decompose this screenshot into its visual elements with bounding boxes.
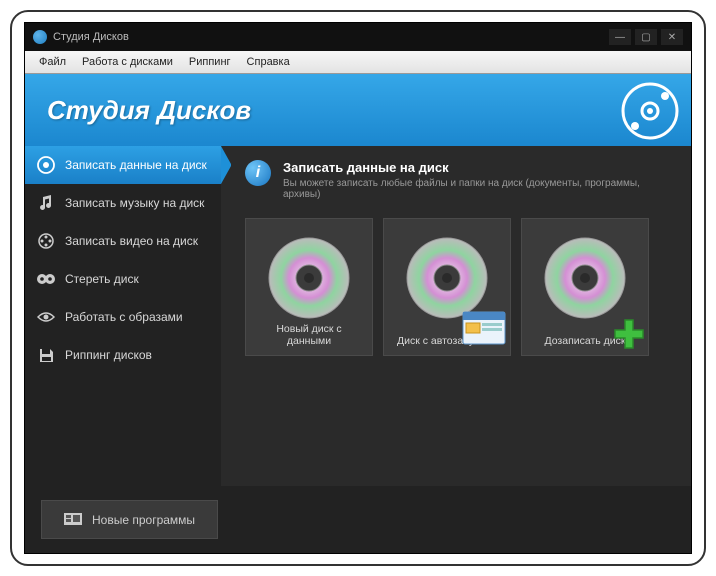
cards-row: Новый диск с данными Ди xyxy=(245,218,673,356)
window-controls: — ▢ ✕ xyxy=(609,29,683,45)
sidebar: Записать данные на диск Записать музыку … xyxy=(25,146,221,486)
card-append-disc[interactable]: Дозаписать диск xyxy=(521,218,649,356)
erase-icon xyxy=(37,270,55,288)
sidebar-item-label: Риппинг дисков xyxy=(65,348,152,362)
footer-button-label: Новые программы xyxy=(92,513,195,527)
minimize-button[interactable]: — xyxy=(609,29,631,45)
app-icon xyxy=(33,30,47,44)
sidebar-item-label: Записать данные на диск xyxy=(65,158,207,172)
menu-discs[interactable]: Работа с дисками xyxy=(74,54,181,70)
sidebar-item-write-music[interactable]: Записать музыку на диск xyxy=(25,184,221,222)
menubar: Файл Работа с дисками Риппинг Справка xyxy=(25,51,691,74)
info-icon: i xyxy=(245,160,271,186)
disc-icon xyxy=(266,235,352,321)
sidebar-item-label: Стереть диск xyxy=(65,272,139,286)
page-title: Записать данные на диск xyxy=(283,160,673,175)
disc-icon xyxy=(542,235,628,321)
disc-write-icon xyxy=(37,156,55,174)
banner: Студия Дисков xyxy=(25,74,691,146)
sidebar-item-ripping[interactable]: Риппинг дисков xyxy=(25,336,221,374)
new-programs-button[interactable]: Новые программы xyxy=(41,500,218,539)
disc-icon xyxy=(621,82,679,140)
window-title: Студия Дисков xyxy=(53,31,609,43)
card-autorun-disc[interactable]: Диск с автозапуском xyxy=(383,218,511,356)
plus-icon xyxy=(612,317,646,351)
close-button[interactable]: ✕ xyxy=(661,29,683,45)
card-new-data-disc[interactable]: Новый диск с данными xyxy=(245,218,373,356)
programs-icon xyxy=(64,511,82,528)
banner-title: Студия Дисков xyxy=(47,95,251,126)
autorun-window-icon xyxy=(462,311,506,345)
footer: Новые программы xyxy=(25,486,691,553)
eye-icon xyxy=(37,308,55,326)
menu-ripping[interactable]: Риппинг xyxy=(181,54,239,70)
sidebar-item-images[interactable]: Работать с образами xyxy=(25,298,221,336)
main-panel: i Записать данные на диск Вы можете запи… xyxy=(221,146,691,486)
music-icon xyxy=(37,194,55,212)
sidebar-item-label: Работать с образами xyxy=(65,310,183,324)
sidebar-item-write-data[interactable]: Записать данные на диск xyxy=(25,146,221,184)
sidebar-item-write-video[interactable]: Записать видео на диск xyxy=(25,222,221,260)
outer-frame: Студия Дисков — ▢ ✕ Файл Работа с дискам… xyxy=(10,10,706,566)
menu-help[interactable]: Справка xyxy=(239,54,298,70)
page-description: Вы можете записать любые файлы и папки н… xyxy=(283,178,673,200)
content: Записать данные на диск Записать музыку … xyxy=(25,146,691,486)
info-row: i Записать данные на диск Вы можете запи… xyxy=(245,160,673,200)
sidebar-item-label: Записать музыку на диск xyxy=(65,196,204,210)
app-window: Студия Дисков — ▢ ✕ Файл Работа с дискам… xyxy=(24,22,692,554)
disc-icon xyxy=(404,235,490,321)
save-icon xyxy=(37,346,55,364)
film-icon xyxy=(37,232,55,250)
menu-file[interactable]: Файл xyxy=(31,54,74,70)
titlebar: Студия Дисков — ▢ ✕ xyxy=(25,23,691,51)
sidebar-item-label: Записать видео на диск xyxy=(65,234,198,248)
sidebar-item-erase[interactable]: Стереть диск xyxy=(25,260,221,298)
maximize-button[interactable]: ▢ xyxy=(635,29,657,45)
card-label: Новый диск с данными xyxy=(254,323,364,347)
